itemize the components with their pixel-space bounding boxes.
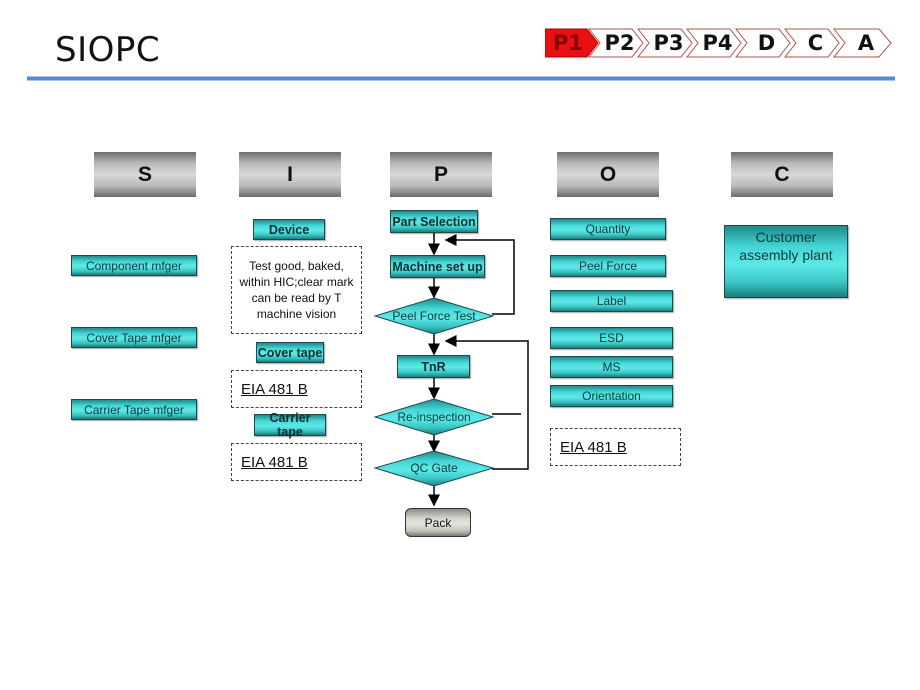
output-spec-box: EIA 481 B [550,428,681,466]
process-machine-setup: Machine set up [390,255,485,278]
cover-tape-spec-box: EIA 481 B [231,370,362,408]
supplier-component-mfger: Component mfger [71,255,197,276]
output-quantity: Quantity [550,218,666,240]
input-cover-tape: Cover tape [256,342,324,363]
output-esd: ESD [550,327,673,349]
process-re-inspection: Re-inspection [397,410,471,424]
cover-tape-spec-link[interactable]: EIA 481 B [241,381,308,398]
customer-assembly-plant: Customer assembly plant [724,225,848,298]
output-peel-force: Peel Force [550,255,666,277]
carrier-tape-spec-box: EIA 481 B [231,443,362,481]
process-pack: Pack [405,508,471,537]
carrier-tape-spec-link[interactable]: EIA 481 B [241,454,308,471]
output-ms: MS [550,356,673,378]
process-tnr: TnR [397,355,470,378]
output-label: Label [550,290,673,312]
output-orientation: Orientation [550,385,673,407]
supplier-carrier-tape-mfger: Carrier Tape mfger [71,399,197,420]
supplier-cover-tape-mfger: Cover Tape mfger [71,327,197,348]
device-requirements-note: Test good, baked, within HIC;clear mark … [231,246,362,334]
input-carrier-tape: Carrier tape [254,411,326,439]
process-part-selection: Part Selection [390,210,478,233]
process-peel-force-test: Peel Force Test [392,309,476,323]
process-qc-gate: QC Gate [410,461,458,475]
output-spec-link[interactable]: EIA 481 B [560,439,627,456]
input-device: Device [253,219,325,240]
